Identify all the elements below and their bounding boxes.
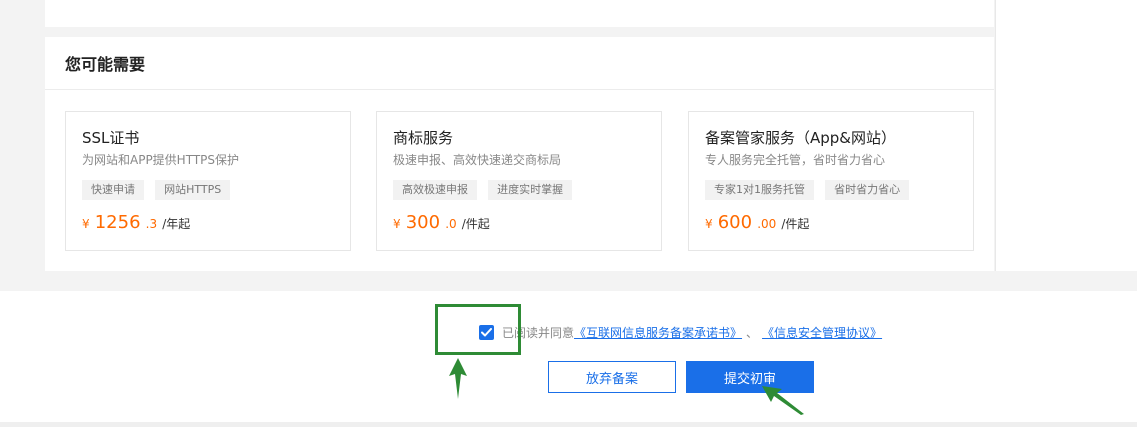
card-price: ¥ 300 .0 /件起 [393, 212, 645, 234]
check-icon [481, 327, 492, 336]
tag: 专家1对1服务托管 [705, 180, 814, 200]
commitment-letter-link[interactable]: 《互联网信息服务备案承诺书》 [574, 324, 742, 341]
card-title: 商标服务 [393, 129, 454, 147]
tag: 网站HTTPS [155, 180, 231, 200]
right-panel [995, 0, 1137, 271]
card-filing-service[interactable]: 备案管家服务（App&网站） 专人服务完全托管，省时省力省心 专家1对1服务托管… [688, 111, 974, 251]
recommend-cards: SSL证书 为网站和APP提供HTTPS保护 快速申请 网站HTTPS ¥ 12… [65, 111, 974, 251]
tag: 省时省力省心 [825, 180, 910, 200]
submit-review-button[interactable]: 提交初审 [686, 361, 814, 393]
card-trademark[interactable]: 商标服务 极速申报、高效快速递交商标局 高效极速申报 进度实时掌握 ¥ 300 … [376, 111, 662, 251]
price-currency: ¥ [705, 217, 713, 231]
price-integer: 1256 [94, 212, 141, 233]
card-desc: 专人服务完全托管，省时省力省心 [705, 153, 886, 167]
card-tags: 专家1对1服务托管 省时省力省心 [705, 178, 957, 200]
recommend-header: 您可能需要 [45, 37, 994, 90]
card-tags: 高效极速申报 进度实时掌握 [393, 178, 645, 200]
price-unit: /件起 [461, 217, 490, 231]
card-title: SSL证书 [82, 129, 140, 147]
price-integer: 600 [717, 212, 753, 233]
price-decimal: .0 [445, 217, 457, 231]
bottom-action-bar: 已阅读并同意 《互联网信息服务备案承诺书》 、 《信息安全管理协议》 放弃备案 … [0, 291, 1137, 422]
price-decimal: .00 [757, 217, 777, 231]
tag: 进度实时掌握 [488, 180, 573, 200]
card-price: ¥ 600 .00 /件起 [705, 212, 957, 234]
price-integer: 300 [405, 212, 441, 233]
price-unit: /件起 [781, 217, 810, 231]
agreement-checkbox[interactable] [479, 324, 494, 340]
abandon-filing-button[interactable]: 放弃备案 [548, 361, 676, 393]
card-desc: 为网站和APP提供HTTPS保护 [82, 153, 240, 167]
security-agreement-link[interactable]: 《信息安全管理协议》 [762, 324, 882, 341]
price-currency: ¥ [82, 217, 90, 231]
price-decimal: .3 [145, 217, 158, 231]
agreement-row: 已阅读并同意 《互联网信息服务备案承诺书》 、 《信息安全管理协议》 [479, 322, 882, 342]
top-panel [45, 0, 994, 27]
recommend-title: 您可能需要 [65, 55, 146, 74]
card-tags: 快速申请 网站HTTPS [82, 178, 334, 200]
price-unit: /年起 [162, 217, 191, 231]
agreement-separator: 、 [746, 325, 759, 340]
recommend-section: 您可能需要 SSL证书 为网站和APP提供HTTPS保护 快速申请 网站HTTP… [45, 37, 994, 271]
card-price: ¥ 1256 .3 /年起 [82, 212, 334, 234]
tag: 快速申请 [82, 180, 144, 200]
page: 您可能需要 SSL证书 为网站和APP提供HTTPS保护 快速申请 网站HTTP… [0, 0, 1137, 427]
tag: 高效极速申报 [393, 180, 477, 200]
agreement-prefix: 已阅读并同意 [502, 325, 575, 340]
card-desc: 极速申报、高效快速递交商标局 [393, 153, 562, 167]
card-ssl[interactable]: SSL证书 为网站和APP提供HTTPS保护 快速申请 网站HTTPS ¥ 12… [65, 111, 351, 251]
price-currency: ¥ [393, 217, 401, 231]
card-title: 备案管家服务（App&网站） [705, 129, 897, 147]
bottom-strip [0, 422, 1137, 427]
